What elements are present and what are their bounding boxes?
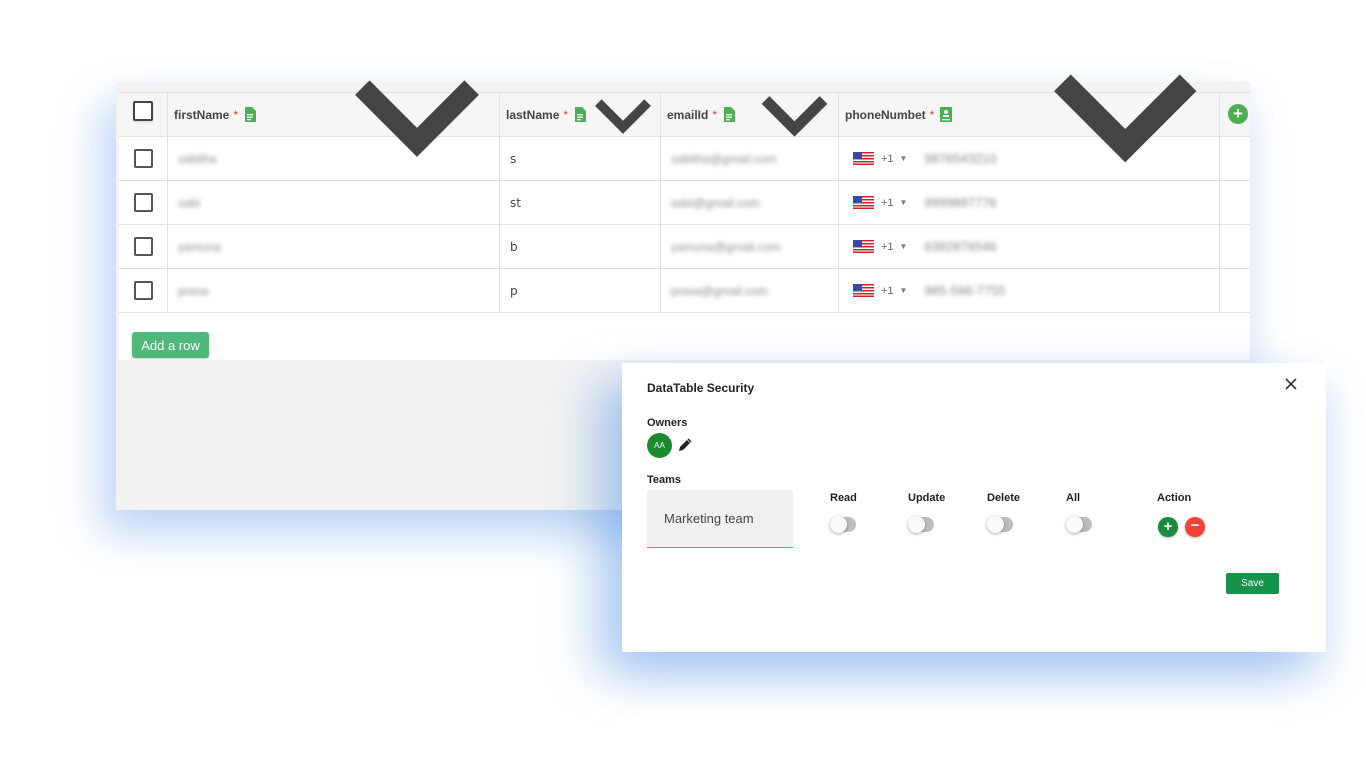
- row-checkbox[interactable]: [133, 149, 153, 168]
- add-team-button[interactable]: +: [1158, 517, 1178, 537]
- avatar-initials: AA: [654, 441, 665, 450]
- cell-lastname[interactable]: p: [500, 269, 661, 312]
- cell-firstname[interactable]: sabi: [168, 181, 500, 224]
- owners-label: Owners: [647, 417, 688, 429]
- action-label: Action: [1157, 492, 1192, 504]
- column-label: lastName: [506, 107, 560, 122]
- cell-lastname[interactable]: s: [500, 137, 661, 180]
- cell-firstname[interactable]: sabitha: [168, 137, 500, 180]
- document-icon: [575, 107, 587, 122]
- cell-lastname[interactable]: st: [500, 181, 661, 224]
- select-all-checkbox[interactable]: [133, 100, 153, 121]
- contact-card-icon: [940, 107, 953, 122]
- us-flag-icon[interactable]: [853, 152, 874, 165]
- permission-label-update: Update: [908, 492, 946, 504]
- caret-down-icon[interactable]: ▼: [900, 286, 908, 295]
- read-toggle[interactable]: [830, 516, 856, 533]
- row-checkbox[interactable]: [133, 237, 153, 256]
- datatable: firstName * lastName * emailId * phoneNu…: [119, 74, 1250, 360]
- column-label: emailId: [667, 107, 709, 122]
- update-toggle[interactable]: [908, 516, 934, 533]
- caret-down-icon[interactable]: ▼: [900, 154, 908, 163]
- required-marker: *: [712, 107, 718, 122]
- column-header-emailid[interactable]: emailId *: [661, 93, 839, 137]
- security-dialog: DataTable Security Owners AA Teams Marke…: [622, 363, 1326, 652]
- cell-emailid[interactable]: sabitha@gmail.com: [661, 137, 839, 180]
- row-checkbox[interactable]: [133, 281, 153, 300]
- phone-value: 985-566-7755: [924, 283, 1006, 298]
- phone-value: 6382876546: [924, 239, 997, 254]
- permission-label-delete: Delete: [987, 492, 1021, 504]
- team-select[interactable]: Marketing team: [647, 490, 793, 548]
- required-marker: *: [563, 107, 569, 122]
- row-checkbox[interactable]: [133, 193, 153, 212]
- column-header-firstname[interactable]: firstName *: [168, 79, 500, 157]
- avatar[interactable]: AA: [647, 433, 672, 458]
- permission-label-all: All: [1066, 492, 1081, 504]
- remove-team-button[interactable]: −: [1185, 517, 1205, 537]
- cell-phonenumber[interactable]: +1 ▼ 9876543210: [839, 137, 1220, 180]
- dial-code: +1: [881, 196, 894, 209]
- phone-value: 9876543210: [924, 151, 997, 166]
- all-toggle[interactable]: [1066, 516, 1092, 533]
- required-marker: *: [929, 107, 935, 122]
- cell-phonenumber[interactable]: +1 ▼ 985-566-7755: [839, 269, 1220, 312]
- add-column-button[interactable]: +: [1228, 104, 1248, 124]
- cell-lastname[interactable]: b: [500, 225, 661, 268]
- dial-code: +1: [881, 240, 894, 253]
- table-header-row: firstName * lastName * emailId * phoneNu…: [119, 74, 1250, 163]
- add-row-button[interactable]: Add a row: [132, 332, 209, 358]
- pencil-icon[interactable]: [678, 438, 692, 452]
- us-flag-icon[interactable]: [853, 284, 874, 297]
- cell-phonenumber[interactable]: +1 ▼ 9999887776: [839, 181, 1220, 224]
- team-value: Marketing team: [664, 511, 754, 526]
- caret-down-icon[interactable]: ▼: [900, 198, 908, 207]
- teams-label: Teams: [647, 474, 682, 486]
- document-icon: [724, 107, 736, 122]
- cell-emailid[interactable]: prasa@gmail.com: [661, 269, 839, 312]
- column-label: phoneNumbet: [845, 107, 926, 122]
- table-row: sabitha s sabitha@gmail.com +1 ▼ 9876543…: [119, 137, 1250, 181]
- dial-code: +1: [881, 152, 894, 165]
- cell-firstname[interactable]: prasa: [168, 269, 500, 312]
- permission-label-read: Read: [830, 492, 857, 504]
- table-row: prasa p prasa@gmail.com +1 ▼ 985-566-775…: [119, 269, 1250, 313]
- cell-phonenumber[interactable]: +1 ▼ 6382876546: [839, 225, 1220, 268]
- column-header-lastname[interactable]: lastName *: [500, 93, 661, 136]
- column-header-phonenumber[interactable]: phoneNumbet *: [839, 74, 1220, 163]
- cell-emailid[interactable]: yamuna@gmail.com: [661, 225, 839, 268]
- dialog-title: DataTable Security: [647, 381, 755, 395]
- required-marker: *: [233, 107, 239, 122]
- dial-code: +1: [881, 284, 894, 297]
- document-icon: [245, 107, 257, 122]
- cell-firstname[interactable]: yamuna: [168, 225, 500, 268]
- delete-toggle[interactable]: [987, 516, 1013, 533]
- phone-value: 9999887776: [924, 195, 997, 210]
- table-row: yamuna b yamuna@gmail.com +1 ▼ 638287654…: [119, 225, 1250, 269]
- save-button[interactable]: Save: [1226, 573, 1279, 594]
- table-row: sabi st sabi@gmail.com +1 ▼ 9999887776: [119, 181, 1250, 225]
- us-flag-icon[interactable]: [853, 196, 874, 209]
- close-icon[interactable]: [1284, 377, 1298, 391]
- cell-emailid[interactable]: sabi@gmail.com: [661, 181, 839, 224]
- column-label: firstName: [174, 107, 230, 122]
- us-flag-icon[interactable]: [853, 240, 874, 253]
- caret-down-icon[interactable]: ▼: [900, 242, 908, 251]
